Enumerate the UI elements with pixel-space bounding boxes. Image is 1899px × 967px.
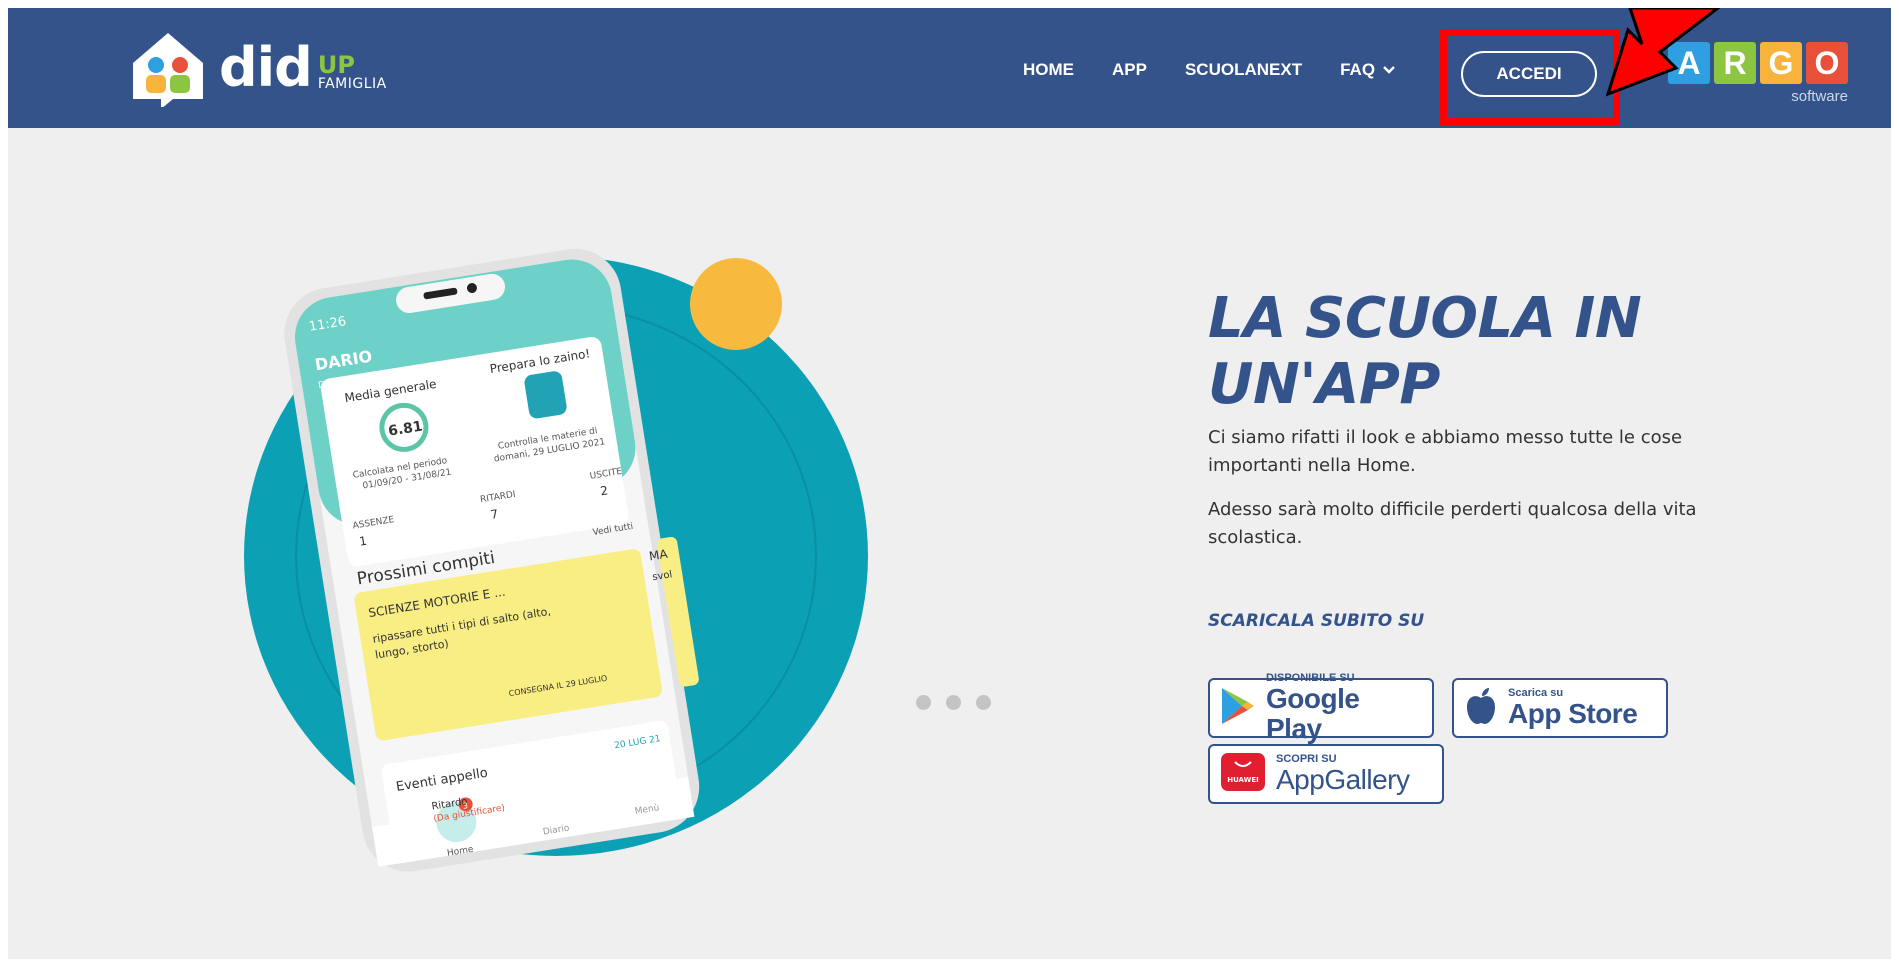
app-store-button[interactable]: Scarica su App Store xyxy=(1452,678,1668,738)
hero-title: LA SCUOLA IN UN'APP xyxy=(1208,286,1642,417)
nav-faq-label: FAQ xyxy=(1340,60,1376,79)
page: did UP FAMIGLIA HOME APP SCUOLANEXT FAQ … xyxy=(8,8,1891,959)
argo-letter: O xyxy=(1806,42,1848,84)
logo-famiglia-text: FAMIGLIA xyxy=(317,76,387,92)
hero-paragraph-1: Ci siamo rifatti il look e abbiamo messo… xyxy=(1208,427,1683,476)
carousel-dots xyxy=(916,695,991,710)
carousel-dot[interactable] xyxy=(976,695,991,710)
nav-faq[interactable]: FAQ xyxy=(1340,60,1395,80)
red-arrow-icon xyxy=(1605,8,1721,97)
logo-up-text: UP xyxy=(317,51,355,79)
logo-did-text: did xyxy=(219,36,313,99)
nav-home[interactable]: HOME xyxy=(1023,60,1074,80)
phone-compito2-subject: MA xyxy=(648,547,669,564)
appgallery-label: AppGallery xyxy=(1276,763,1410,795)
main-nav: HOME APP SCUOLANEXT FAQ xyxy=(1023,52,1433,88)
house-family-icon xyxy=(129,29,207,109)
huawei-badge-text: HUAWEI xyxy=(1227,776,1259,784)
hero-paragraph-2: Adesso sarà molto difficile perderti qua… xyxy=(1208,499,1697,548)
nav-scuolanext[interactable]: SCUOLANEXT xyxy=(1185,60,1302,80)
download-label: SCARICALA SUBITO SU xyxy=(1208,611,1425,631)
google-play-button[interactable]: DISPONIBILE SU Google Play xyxy=(1208,673,1434,743)
app-store-label: App Store xyxy=(1508,697,1638,729)
google-play-label: Google Play xyxy=(1266,683,1360,744)
hero-illustration: 11:26 DARIO Dati aggiornati alle 10:21 d… xyxy=(244,248,868,872)
argo-letter: G xyxy=(1760,42,1802,84)
google-play-icon xyxy=(1220,686,1256,730)
didup-famiglia-logo[interactable]: did UP FAMIGLIA xyxy=(129,22,439,114)
nav-app[interactable]: APP xyxy=(1112,60,1147,80)
chevron-down-icon xyxy=(1383,63,1395,77)
huawei-icon: HUAWEI xyxy=(1220,752,1266,796)
appgallery-button[interactable]: HUAWEI SCOPRI SU AppGallery xyxy=(1208,744,1444,804)
yellow-circle xyxy=(690,258,782,350)
carousel-dot[interactable] xyxy=(916,695,931,710)
carousel-dot[interactable] xyxy=(946,695,961,710)
apple-icon xyxy=(1464,686,1498,730)
